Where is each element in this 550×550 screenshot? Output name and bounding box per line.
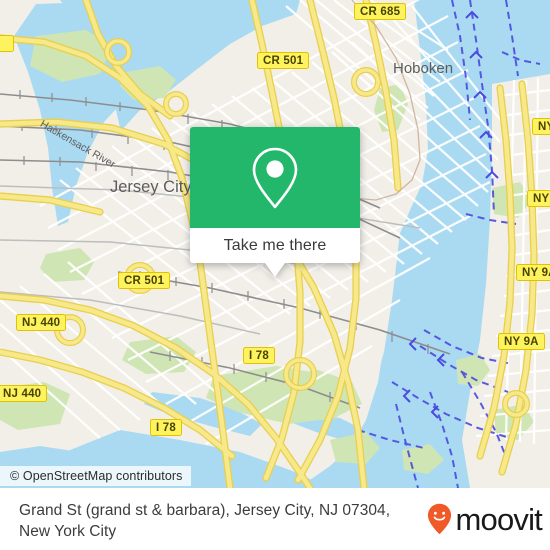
route-shield-nj-440-lower: NJ 440 bbox=[0, 385, 48, 402]
address-text: Grand St (grand st & barbara), Jersey Ci… bbox=[19, 502, 391, 540]
map-label-hoboken: Hoboken bbox=[393, 60, 454, 77]
moovit-pin-smiley-icon bbox=[428, 503, 452, 535]
popup-header bbox=[190, 127, 360, 228]
popup-pointer bbox=[265, 263, 285, 277]
route-shield-clipped-left bbox=[0, 35, 14, 52]
route-shield-i-78-upper: I 78 bbox=[243, 347, 275, 364]
route-shield-nj-440-upper: NJ 440 bbox=[16, 314, 67, 331]
bottom-info-bar: Grand St (grand st & barbara), Jersey Ci… bbox=[0, 488, 550, 550]
osm-attribution[interactable]: © OpenStreetMap contributors bbox=[0, 466, 191, 486]
moovit-brand[interactable]: moovit bbox=[427, 501, 543, 537]
moovit-map-screen: Jersey City Hoboken Hackensack River CR … bbox=[0, 0, 550, 550]
route-shield-ny-9: NY 9 bbox=[527, 190, 550, 207]
route-shield-i-78-lower: I 78 bbox=[150, 419, 182, 436]
take-me-there-label: Take me there bbox=[223, 236, 327, 254]
route-shield-cr-685: CR 685 bbox=[354, 3, 407, 20]
popup-action[interactable]: Take me there bbox=[190, 228, 360, 263]
route-shield-ny-9a-upper: NY 9A bbox=[516, 264, 550, 281]
location-popup-card[interactable]: Take me there bbox=[190, 127, 360, 277]
route-shield-cr-501-left: CR 501 bbox=[118, 272, 171, 289]
route-shield-cr-501-top: CR 501 bbox=[257, 52, 310, 69]
map-pin-icon bbox=[252, 147, 298, 208]
map-label-jersey-city: Jersey City bbox=[110, 178, 192, 196]
moovit-wordmark: moovit bbox=[455, 501, 542, 537]
route-shield-ny: NY bbox=[532, 118, 550, 135]
route-shield-ny-9a-lower: NY 9A bbox=[498, 333, 545, 350]
